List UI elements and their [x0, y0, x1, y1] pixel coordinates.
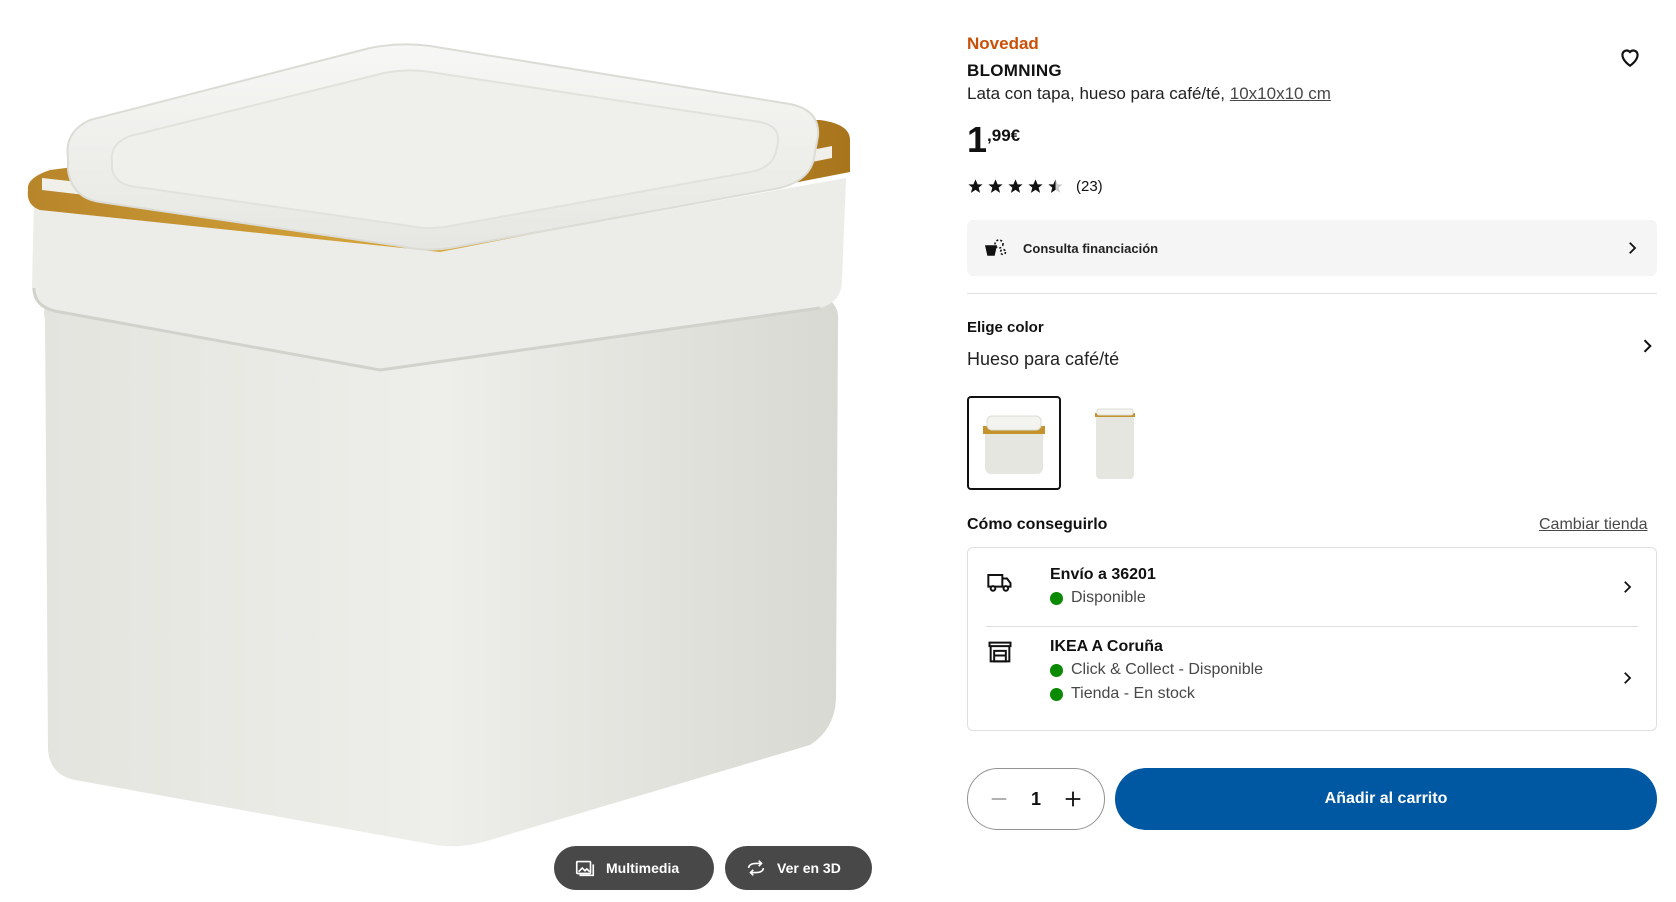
finance-icon — [985, 239, 1007, 256]
color-swatch-option[interactable] — [1067, 396, 1161, 490]
rating-stars — [967, 178, 1064, 195]
available-dot — [1050, 591, 1063, 605]
add-to-cart-button[interactable]: Añadir al carrito — [1115, 768, 1657, 830]
chevron-right-icon — [1624, 672, 1632, 684]
new-badge: Novedad — [967, 34, 1039, 53]
plus-icon[interactable] — [1062, 788, 1084, 810]
quantity-stepper: 1 — [967, 768, 1105, 830]
finance-label: Consulta financiación — [1023, 240, 1159, 256]
color-swatch-selected[interactable] — [967, 396, 1061, 490]
view-3d-label: Ver en 3D — [777, 860, 841, 876]
delivery-option[interactable]: Envío a 36201 Disponible — [986, 564, 1638, 624]
divider — [967, 293, 1657, 294]
heart-icon[interactable] — [1617, 44, 1643, 70]
size-link[interactable]: 10x10x10 cm — [1230, 84, 1331, 103]
store-status-stock-text: Tienda - En stock — [1071, 685, 1195, 702]
star-icon — [1028, 179, 1043, 193]
store-icon — [988, 641, 1012, 663]
star-half-icon — [1048, 179, 1063, 193]
star-icon — [988, 179, 1003, 193]
product-name: BLOMNING — [967, 61, 1062, 80]
multimedia-label: Multimedia — [606, 860, 680, 876]
available-dot — [1050, 687, 1063, 701]
review-count: (23) — [1076, 178, 1103, 195]
delivery-title: Envío a 36201 — [1050, 566, 1156, 583]
image-gallery-icon — [575, 860, 595, 877]
delivery-status-text: Disponible — [1071, 589, 1146, 606]
color-section-title: Elige color — [967, 319, 1044, 336]
view-3d-button[interactable]: Ver en 3D — [725, 846, 872, 890]
price-decimal: ,99€ — [987, 126, 1021, 145]
selected-color: Hueso para café/té — [967, 349, 1120, 369]
store-option[interactable]: IKEA A Coruña Click & Collect - Disponib… — [986, 636, 1638, 720]
product-description-text: Lata con tapa, hueso para café/té, — [967, 84, 1226, 103]
chevron-right-icon[interactable] — [1637, 336, 1657, 356]
rating[interactable]: (23) — [967, 178, 1103, 195]
truck-icon — [987, 574, 1012, 592]
store-status-stock: Tienda - En stock — [1050, 685, 1195, 703]
finance-banner[interactable]: Consulta financiación — [967, 220, 1657, 276]
price-integer: 1 — [967, 119, 988, 160]
multimedia-button[interactable]: Multimedia — [554, 846, 714, 890]
rotate-3d-icon — [747, 860, 765, 876]
product-description: Lata con tapa, hueso para café/té, 10x10… — [967, 84, 1331, 104]
availability-title: Cómo conseguirlo — [967, 516, 1108, 533]
change-store-link[interactable]: Cambiar tienda — [1539, 516, 1648, 534]
delivery-status: Disponible — [1050, 589, 1146, 607]
quantity-value[interactable]: 1 — [1031, 789, 1041, 810]
available-dot — [1050, 663, 1063, 677]
separator — [986, 626, 1638, 627]
minus-icon[interactable] — [988, 788, 1010, 810]
star-icon — [1008, 179, 1023, 193]
product-gallery: Multimedia Ver en 3D — [0, 0, 880, 902]
swatch-image — [983, 415, 1045, 474]
chevron-right-icon — [1629, 242, 1637, 254]
store-title: IKEA A Coruña — [1050, 638, 1163, 655]
availability-box: Envío a 36201 Disponible IKEA A Coruña C… — [967, 547, 1657, 731]
store-status-collect-text: Click & Collect - Disponible — [1071, 661, 1264, 678]
chevron-right-icon — [1624, 581, 1632, 593]
price: 1 ,99€ — [967, 120, 1020, 160]
star-icon — [968, 179, 983, 193]
swatch-image — [1095, 408, 1135, 479]
product-image[interactable] — [20, 40, 860, 870]
store-status-collect: Click & Collect - Disponible — [1050, 661, 1263, 679]
